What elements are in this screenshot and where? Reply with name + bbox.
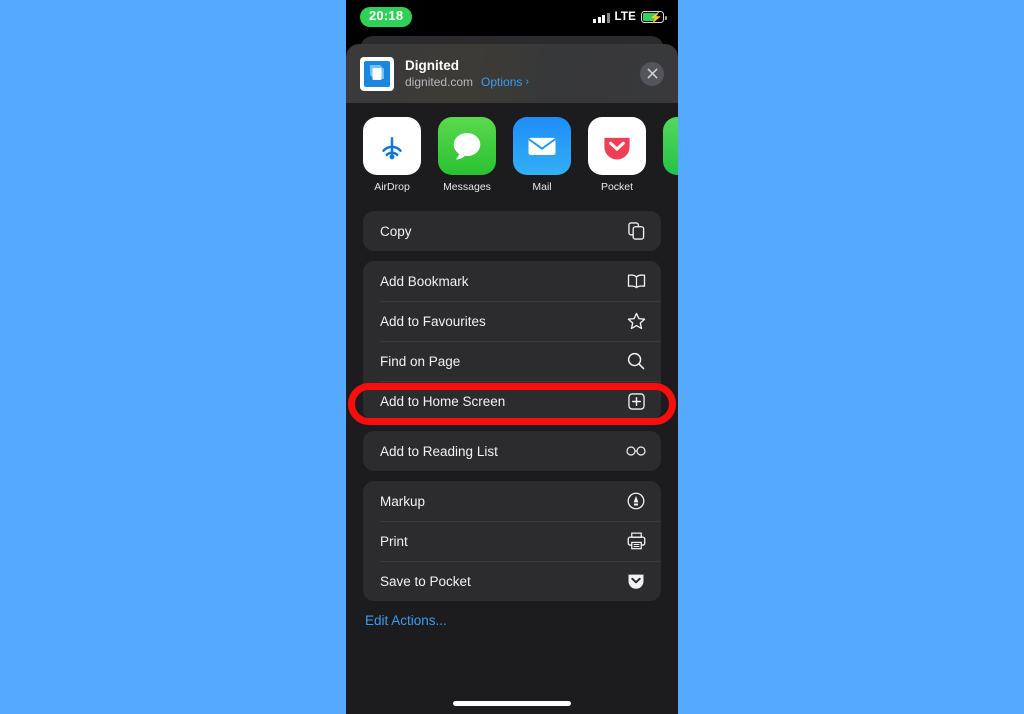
printer-icon <box>626 531 646 551</box>
action-group: Add Bookmark Add to Favourites Find on P… <box>363 261 661 421</box>
book-icon <box>626 271 646 291</box>
mail-icon <box>513 117 571 175</box>
share-target-label: Mail <box>532 181 552 193</box>
markup-pen-icon <box>626 491 646 511</box>
site-domain: dignited.com <box>405 75 474 90</box>
action-label: Print <box>380 533 408 549</box>
action-row-find-on-page[interactable]: Find on Page <box>363 341 661 381</box>
share-sheet: Dignited dignited.com Options › AirDrop … <box>346 44 678 714</box>
action-label: Add to Home Screen <box>380 393 506 409</box>
search-icon <box>626 351 646 371</box>
home-indicator <box>453 701 571 706</box>
close-button[interactable] <box>640 61 664 86</box>
action-label: Add to Favourites <box>380 313 486 329</box>
share-target-label: Wh <box>663 181 678 193</box>
phone-screen: 20:18 LTE ⚡ Dignited dignited.com Option… <box>346 0 678 714</box>
action-label: Add Bookmark <box>380 273 469 289</box>
action-row-add-to-reading-list[interactable]: Add to Reading List <box>363 431 661 471</box>
airdrop-icon <box>363 117 421 175</box>
close-icon <box>647 68 657 79</box>
share-target-pocket[interactable]: Pocket <box>588 117 646 193</box>
battery-charging-icon: ⚡ <box>641 11 667 24</box>
share-target-messages[interactable]: Messages <box>438 117 496 193</box>
share-target-label: Pocket <box>600 181 634 193</box>
action-list: Copy Add Bookmark Add to Favourites Find… <box>346 211 678 628</box>
plus-square-icon <box>626 391 646 411</box>
share-target-airdrop[interactable]: AirDrop <box>363 117 421 193</box>
action-row-copy[interactable]: Copy <box>363 211 661 251</box>
whatsapp-icon <box>663 117 678 175</box>
pocket-icon <box>626 571 646 591</box>
share-sheet-site-info: Dignited dignited.com Options › <box>405 58 640 90</box>
action-group: Markup Print Save to Pocket <box>363 481 661 601</box>
site-subtitle-row: dignited.com Options › <box>405 75 640 89</box>
copy-icon <box>626 221 646 241</box>
action-row-markup[interactable]: Markup <box>363 481 661 521</box>
star-icon <box>626 311 646 331</box>
share-target-label: Messages <box>443 181 491 193</box>
status-bar-time: 20:18 <box>360 7 413 27</box>
share-target-label: AirDrop <box>374 181 410 193</box>
action-row-save-to-pocket[interactable]: Save to Pocket <box>363 561 661 601</box>
action-group: Add to Reading List <box>363 431 661 471</box>
share-sheet-header: Dignited dignited.com Options › <box>346 44 678 103</box>
messages-icon <box>438 117 496 175</box>
status-bar: 20:18 LTE ⚡ <box>346 0 678 34</box>
dignited-favicon <box>360 56 394 91</box>
pocket-icon <box>588 117 646 175</box>
action-group: Copy <box>363 211 661 251</box>
action-row-print[interactable]: Print <box>363 521 661 561</box>
share-targets-row: AirDrop Messages Mail Pocket <box>346 117 678 193</box>
action-row-add-to-favourites[interactable]: Add to Favourites <box>363 301 661 341</box>
glasses-icon <box>626 441 646 461</box>
action-label: Save to Pocket <box>380 573 471 589</box>
action-label: Add to Reading List <box>380 443 498 459</box>
share-target-whatsapp[interactable]: Wh <box>663 117 678 193</box>
action-row-add-bookmark[interactable]: Add Bookmark <box>363 261 661 301</box>
site-title: Dignited <box>405 57 459 73</box>
action-label: Find on Page <box>380 353 461 369</box>
action-label: Copy <box>380 223 412 239</box>
options-link[interactable]: Options <box>481 75 522 89</box>
status-bar-indicators: LTE ⚡ <box>593 11 667 24</box>
share-target-mail[interactable]: Mail <box>513 117 571 193</box>
edit-actions-link[interactable]: Edit Actions... <box>363 611 661 628</box>
action-label: Markup <box>380 493 426 509</box>
chevron-right-icon[interactable]: › <box>525 76 529 88</box>
carrier-tech-label: LTE <box>614 11 636 23</box>
action-row-add-to-home-screen[interactable]: Add to Home Screen <box>363 381 661 421</box>
cellular-signal-icon <box>593 12 610 23</box>
